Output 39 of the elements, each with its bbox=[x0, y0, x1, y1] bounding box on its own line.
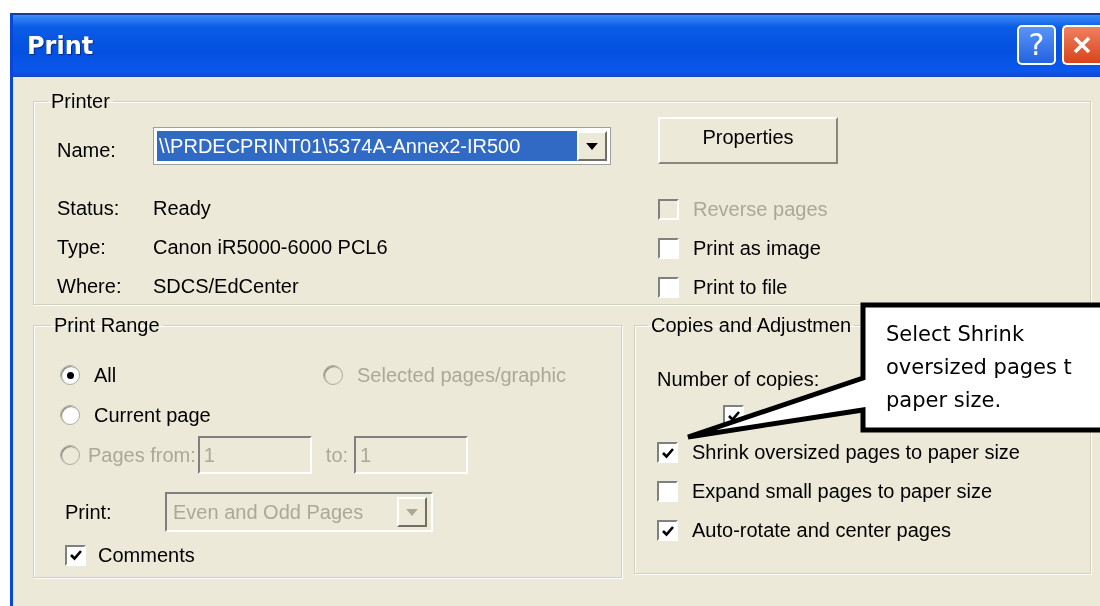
group-label: Print Range bbox=[53, 314, 161, 337]
checkbox[interactable] bbox=[658, 277, 679, 298]
info-label: Type: bbox=[57, 236, 107, 259]
checkbox[interactable] bbox=[65, 544, 86, 566]
checkbox-label[interactable]: Shrink oversized pages to paper size bbox=[692, 441, 1020, 464]
checkbox[interactable] bbox=[657, 442, 678, 463]
printer-dropdown[interactable]: \\PRDECPRINT01\5374A-Annex2-IR500 bbox=[153, 127, 611, 165]
to-label: to: bbox=[325, 443, 349, 467]
properties-button[interactable]: Properties bbox=[658, 117, 838, 164]
checkbox-label[interactable]: Auto-rotate and center pages bbox=[692, 519, 952, 542]
window-title: Print bbox=[27, 32, 94, 60]
info-label: Where: bbox=[57, 275, 123, 298]
caret-icon bbox=[406, 508, 418, 516]
info-value: Ready bbox=[153, 197, 211, 220]
checkbox[interactable] bbox=[657, 520, 678, 541]
radio-label[interactable]: All bbox=[94, 363, 117, 387]
check-icon bbox=[68, 548, 83, 562]
info-label: Status: bbox=[57, 197, 121, 220]
checkbox[interactable] bbox=[658, 238, 679, 259]
group-label: Copies and Adjustmen bbox=[650, 314, 853, 337]
help-button[interactable]: ? bbox=[1017, 25, 1056, 65]
copies-label: Number of copies: bbox=[657, 368, 820, 391]
checkbox-label[interactable]: Print to file bbox=[693, 276, 788, 299]
checkbox-label[interactable]: Print as image bbox=[693, 237, 821, 260]
radio-label[interactable]: Current page bbox=[94, 403, 211, 427]
print-label: Print: bbox=[64, 500, 113, 524]
close-icon bbox=[1072, 35, 1092, 55]
group-label: Printer bbox=[50, 90, 111, 113]
checkbox[interactable] bbox=[657, 481, 678, 502]
info-value: SDCS/EdCenter bbox=[153, 275, 299, 298]
radio-button[interactable] bbox=[60, 405, 80, 425]
radio-button[interactable] bbox=[60, 365, 80, 385]
callout-text: Select Shrink oversized pages t paper size. bbox=[886, 321, 1072, 414]
name-label: Name: bbox=[57, 137, 117, 162]
checkbox-label[interactable]: Expand small pages to paper size bbox=[692, 480, 993, 503]
close-button[interactable] bbox=[1062, 25, 1100, 65]
checkbox-label[interactable]: Comments bbox=[98, 543, 195, 567]
info-value: Canon iR5000-6000 PCL6 bbox=[153, 236, 388, 259]
caret-icon bbox=[586, 142, 598, 150]
